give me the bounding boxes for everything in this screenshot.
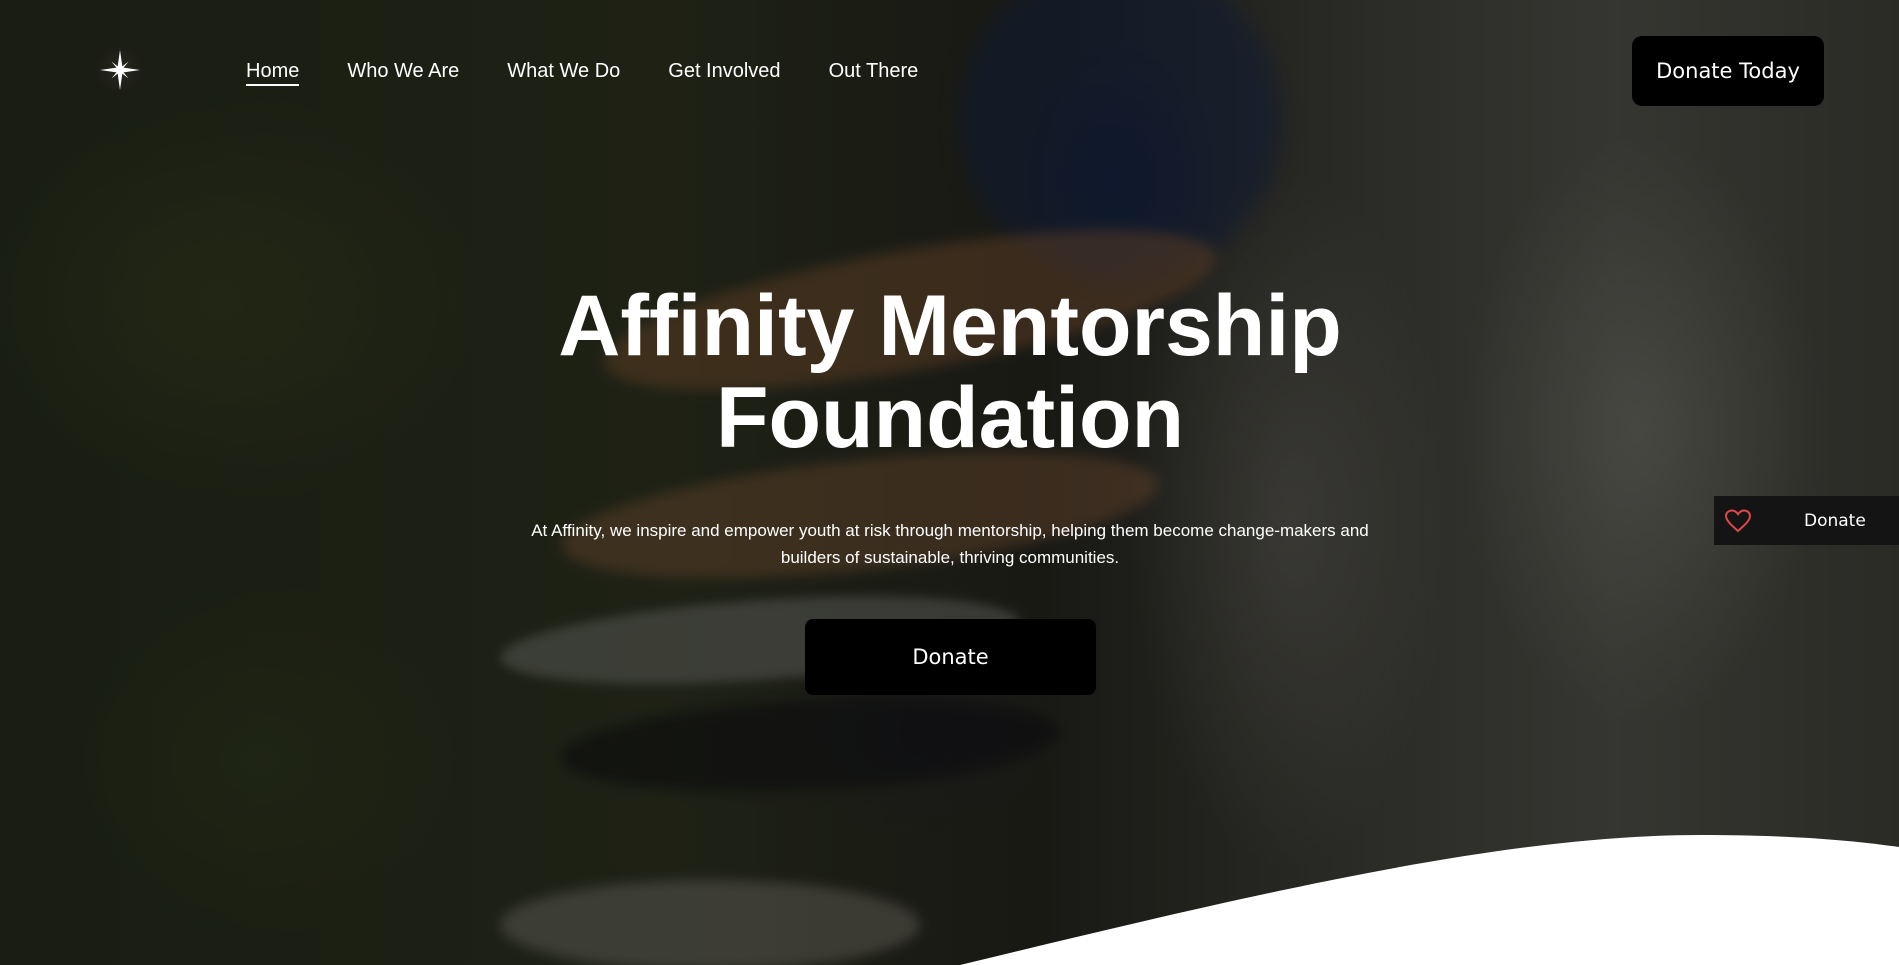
side-donate-widget[interactable]: Donate bbox=[1714, 496, 1899, 545]
wave-divider bbox=[960, 835, 1899, 965]
hero-subtitle: At Affinity, we inspire and empower yout… bbox=[500, 517, 1400, 571]
subtitle-line-2: builders of sustainable, thriving commun… bbox=[780, 548, 1120, 567]
nav-out-there[interactable]: Out There bbox=[829, 58, 919, 86]
title-line-2: Foundation bbox=[715, 370, 1185, 466]
title-line-1: Affinity Mentorship bbox=[558, 278, 1342, 374]
nav-who-we-are[interactable]: Who We Are bbox=[347, 58, 459, 86]
main-nav: Home Who We Are What We Do Get Involved … bbox=[246, 58, 966, 86]
logo-link[interactable] bbox=[95, 45, 145, 95]
compass-star-icon bbox=[100, 50, 140, 90]
subtitle-line-1: At Affinity, we inspire and empower yout… bbox=[531, 521, 1369, 540]
side-donate-label: Donate bbox=[1804, 510, 1866, 531]
donate-today-button[interactable]: Donate Today bbox=[1632, 36, 1824, 106]
nav-what-we-do[interactable]: What We Do bbox=[507, 58, 620, 86]
heart-icon bbox=[1724, 508, 1760, 533]
nav-get-involved[interactable]: Get Involved bbox=[668, 58, 780, 86]
nav-home[interactable]: Home bbox=[246, 58, 300, 86]
donate-button[interactable]: Donate bbox=[805, 619, 1096, 695]
page-title: Affinity Mentorship Foundation bbox=[450, 280, 1450, 464]
